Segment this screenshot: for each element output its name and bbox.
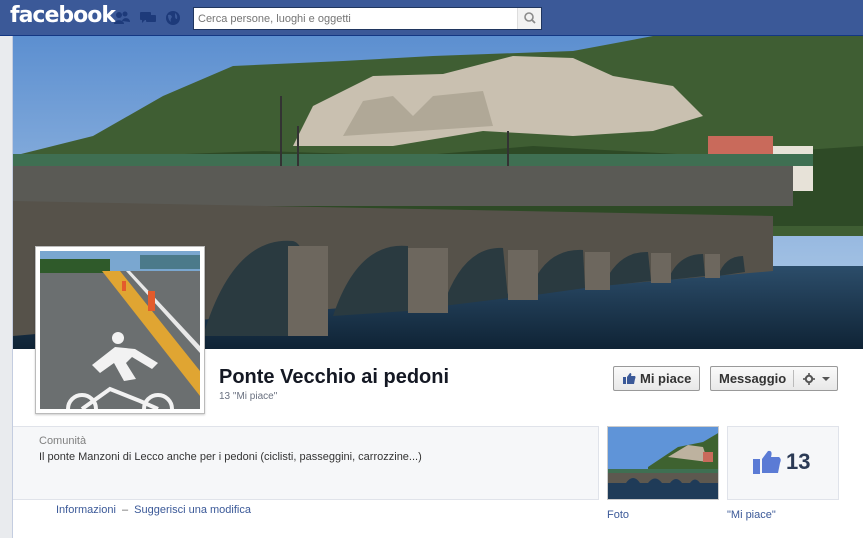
about-box: Comunità Il ponte Manzoni di Lecco anche… — [13, 426, 599, 500]
messages-icon[interactable] — [139, 10, 157, 26]
facebook-logo[interactable]: facebook — [10, 3, 116, 28]
likes-label[interactable]: "Mi piace" — [727, 509, 776, 521]
like-button-label: Mi piace — [640, 371, 692, 386]
photos-thumbnail-image — [608, 427, 718, 499]
likes-box[interactable]: 13 — [727, 426, 839, 500]
photos-label[interactable]: Foto — [607, 509, 629, 521]
suggest-edit-link[interactable]: Suggerisci una modifica — [134, 504, 251, 516]
friend-requests-icon[interactable] — [113, 10, 131, 26]
search-box — [193, 7, 542, 30]
page-title: Ponte Vecchio ai pedoni — [219, 366, 450, 388]
link-separator: – — [121, 504, 129, 516]
notifications-globe-icon[interactable] — [164, 10, 182, 26]
message-button-label: Messaggio — [719, 371, 787, 386]
search-input[interactable] — [194, 8, 514, 29]
page-frame: Ponte Vecchio ai pedoni 13 "Mi piace" Mi… — [12, 36, 863, 538]
profile-picture[interactable] — [35, 246, 205, 425]
likes-count[interactable]: 13 "Mi piace" — [219, 391, 277, 402]
page-category[interactable]: Comunità — [39, 435, 86, 447]
thumbs-up-icon — [623, 373, 636, 384]
likes-number: 13 — [786, 449, 811, 474]
page-description: Il ponte Manzoni di Lecco anche per i pe… — [39, 451, 422, 463]
message-button[interactable]: Messaggio — [710, 366, 838, 391]
chevron-down-icon — [822, 377, 830, 381]
info-link[interactable]: Informazioni — [56, 504, 116, 516]
thumbs-up-icon — [753, 450, 781, 474]
gear-icon — [803, 373, 830, 385]
photos-thumbnail[interactable] — [607, 426, 719, 500]
info-links: Informazioni – Suggerisci una modifica — [56, 504, 251, 516]
profile-picture-image — [40, 251, 200, 425]
search-button[interactable] — [517, 8, 541, 29]
settings-dropdown[interactable] — [801, 371, 835, 387]
like-button[interactable]: Mi piace — [613, 366, 700, 391]
search-icon — [524, 12, 536, 24]
top-bar: facebook — [0, 0, 863, 36]
